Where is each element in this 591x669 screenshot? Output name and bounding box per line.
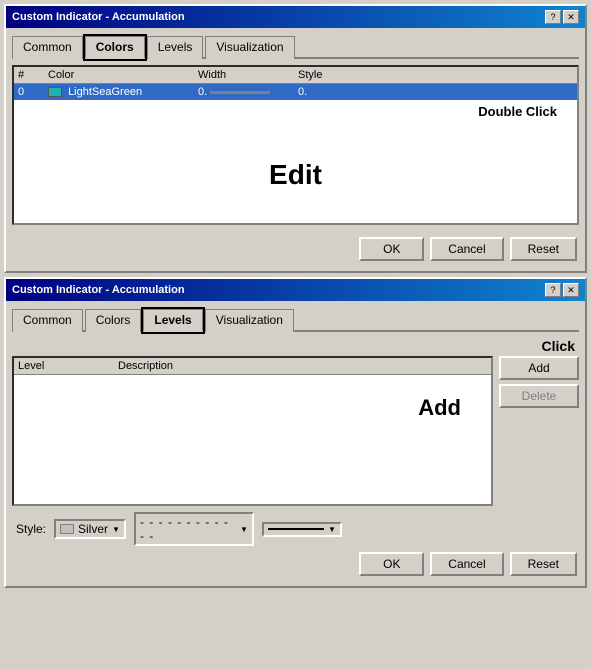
title-bar-2: Custom Indicator - Accumulation ? ✕ bbox=[6, 279, 585, 301]
levels-buttons: Add Delete bbox=[499, 356, 579, 506]
line-select-value bbox=[268, 528, 324, 530]
width-slider bbox=[210, 91, 270, 94]
reset-button-1[interactable]: Reset bbox=[510, 237, 577, 261]
tab-visualization-2[interactable]: Visualization bbox=[205, 309, 294, 332]
row-color: LightSeaGreen bbox=[48, 86, 198, 98]
add-hint-label: Add bbox=[418, 395, 461, 421]
levels-table-header: Level Description bbox=[14, 358, 491, 375]
color-select[interactable]: Silver ▼ bbox=[54, 519, 126, 539]
style-row: Style: Silver ▼ - - - - - - - - - - - - … bbox=[12, 506, 579, 548]
add-level-button[interactable]: Add bbox=[499, 356, 579, 380]
tab-common-1[interactable]: Common bbox=[12, 36, 83, 59]
tab-visualization-1[interactable]: Visualization bbox=[205, 36, 294, 59]
line-select[interactable]: ▼ bbox=[262, 522, 342, 537]
tab-colors-1[interactable]: Colors bbox=[85, 36, 145, 59]
ok-button-2[interactable]: OK bbox=[359, 552, 424, 576]
row-width: 0. bbox=[198, 86, 298, 98]
levels-panel: Level Description Add Add Delete bbox=[12, 356, 579, 506]
delete-level-button[interactable]: Delete bbox=[499, 384, 579, 408]
dialog1-title: Custom Indicator - Accumulation bbox=[12, 11, 185, 23]
col-width: Width bbox=[198, 69, 298, 81]
title-bar-controls-2: ? ✕ bbox=[545, 283, 579, 297]
title-bar-1: Custom Indicator - Accumulation ? ✕ bbox=[6, 6, 585, 28]
color-select-arrow: ▼ bbox=[112, 525, 120, 534]
col-color: Color bbox=[48, 69, 198, 81]
double-click-hint: Double Click bbox=[14, 100, 577, 119]
dialog2-title: Custom Indicator - Accumulation bbox=[12, 284, 185, 296]
dialog2-content: Common Colors Levels Visualization Click… bbox=[6, 301, 585, 586]
levels-col-desc: Description bbox=[118, 360, 487, 372]
table-row[interactable]: 0 LightSeaGreen 0. 0. bbox=[14, 84, 577, 100]
tab-levels-2[interactable]: Levels bbox=[143, 309, 202, 332]
colors-panel: # Color Width Style 0 LightSeaGreen 0. 0… bbox=[12, 65, 579, 225]
close-button-1[interactable]: ✕ bbox=[563, 10, 579, 24]
dash-select-arrow: ▼ bbox=[240, 525, 248, 534]
row-style: 0. bbox=[298, 86, 573, 98]
line-select-arrow: ▼ bbox=[328, 525, 336, 534]
title-bar-controls-1: ? ✕ bbox=[545, 10, 579, 24]
dialog1-buttons: OK Cancel Reset bbox=[12, 233, 579, 265]
tab-colors-2[interactable]: Colors bbox=[85, 309, 142, 332]
dialog1-content: Common Colors Levels Visualization # Col… bbox=[6, 28, 585, 271]
tab-levels-1[interactable]: Levels bbox=[147, 36, 204, 59]
tab-common-2[interactable]: Common bbox=[12, 309, 83, 332]
table-header: # Color Width Style bbox=[14, 67, 577, 84]
row-index: 0 bbox=[18, 86, 48, 98]
dash-select[interactable]: - - - - - - - - - - - - ▼ bbox=[134, 512, 254, 546]
style-label: Style: bbox=[16, 522, 46, 536]
levels-col-level: Level bbox=[18, 360, 118, 372]
levels-table: Level Description Add bbox=[12, 356, 493, 506]
help-button-2[interactable]: ? bbox=[545, 283, 561, 297]
dialog2: Custom Indicator - Accumulation ? ✕ Comm… bbox=[4, 277, 587, 588]
col-style: Style bbox=[298, 69, 573, 81]
dialog2-buttons: OK Cancel Reset bbox=[12, 548, 579, 580]
reset-button-2[interactable]: Reset bbox=[510, 552, 577, 576]
click-label: Click bbox=[542, 338, 575, 354]
tab-bar-2: Common Colors Levels Visualization bbox=[12, 307, 579, 332]
edit-label: Edit bbox=[14, 119, 577, 201]
cancel-button-2[interactable]: Cancel bbox=[430, 552, 503, 576]
color-swatch bbox=[48, 87, 62, 97]
help-button-1[interactable]: ? bbox=[545, 10, 561, 24]
tab-bar-1: Common Colors Levels Visualization bbox=[12, 34, 579, 59]
dash-select-value: - - - - - - - - - - - - bbox=[140, 515, 236, 543]
silver-swatch bbox=[60, 524, 74, 534]
col-hash: # bbox=[18, 69, 48, 81]
color-select-value: Silver bbox=[78, 522, 108, 536]
close-button-2[interactable]: ✕ bbox=[563, 283, 579, 297]
cancel-button-1[interactable]: Cancel bbox=[430, 237, 503, 261]
dialog1: Custom Indicator - Accumulation ? ✕ Comm… bbox=[4, 4, 587, 273]
ok-button-1[interactable]: OK bbox=[359, 237, 424, 261]
